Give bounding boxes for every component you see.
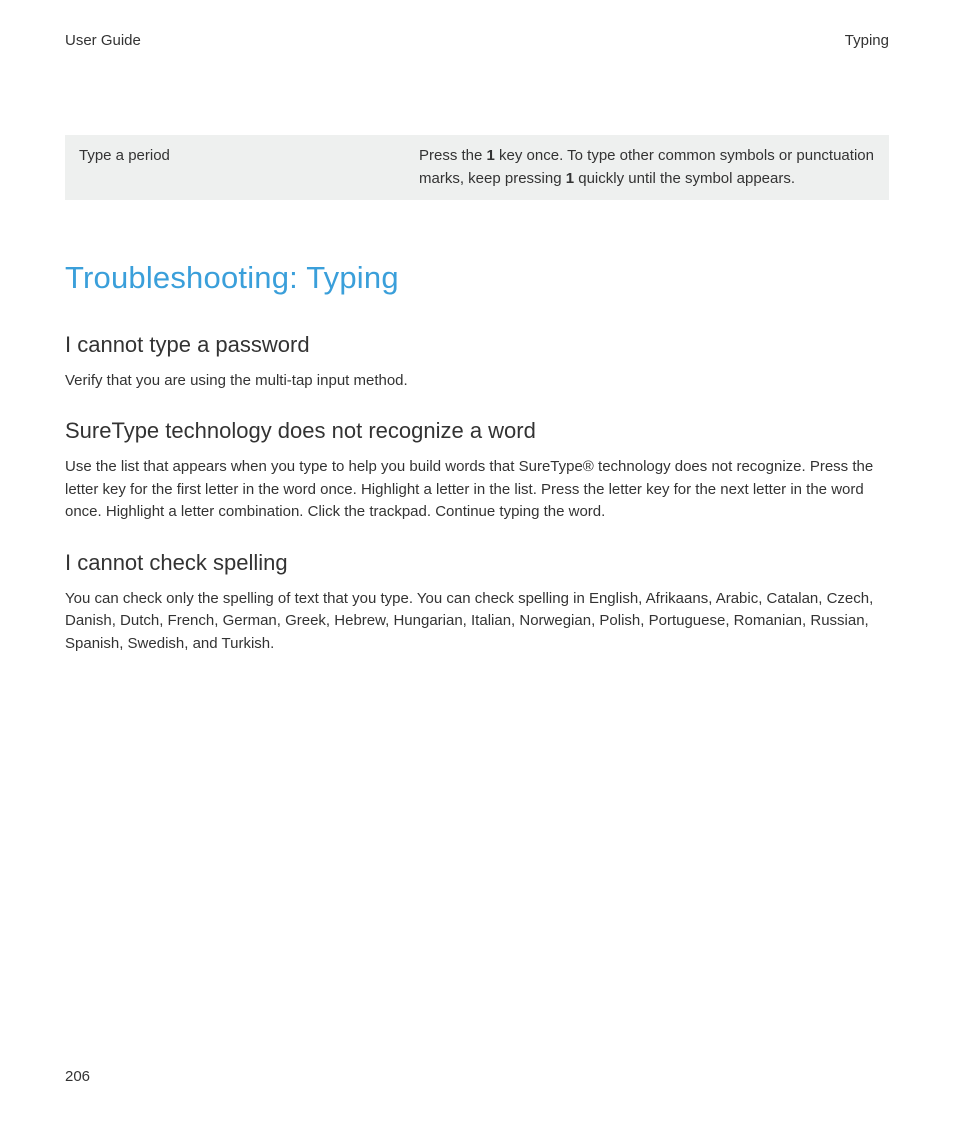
header-left: User Guide [65, 32, 141, 49]
body-paragraph: Use the list that appears when you type … [65, 456, 889, 524]
section-title: Troubleshooting: Typing [65, 260, 889, 296]
subsection-heading: I cannot check spelling [65, 550, 889, 576]
subsection-heading: SureType technology does not recognize a… [65, 418, 889, 444]
text-fragment: Press the [419, 147, 487, 164]
table-cell-instruction: Press the 1 key once. To type other comm… [419, 144, 875, 191]
body-paragraph: Verify that you are using the multi-tap … [65, 370, 889, 393]
text-fragment: quickly until the symbol appears. [574, 170, 795, 187]
text-bold-key: 1 [487, 147, 495, 164]
table-row: Type a period Press the 1 key once. To t… [65, 135, 889, 200]
header-right: Typing [845, 32, 889, 49]
text-bold-key: 1 [566, 170, 574, 187]
page-number: 206 [65, 1068, 90, 1085]
subsection-heading: I cannot type a password [65, 332, 889, 358]
table-cell-action: Type a period [79, 144, 419, 191]
body-paragraph: You can check only the spelling of text … [65, 588, 889, 656]
page-header: User Guide Typing [65, 32, 889, 49]
